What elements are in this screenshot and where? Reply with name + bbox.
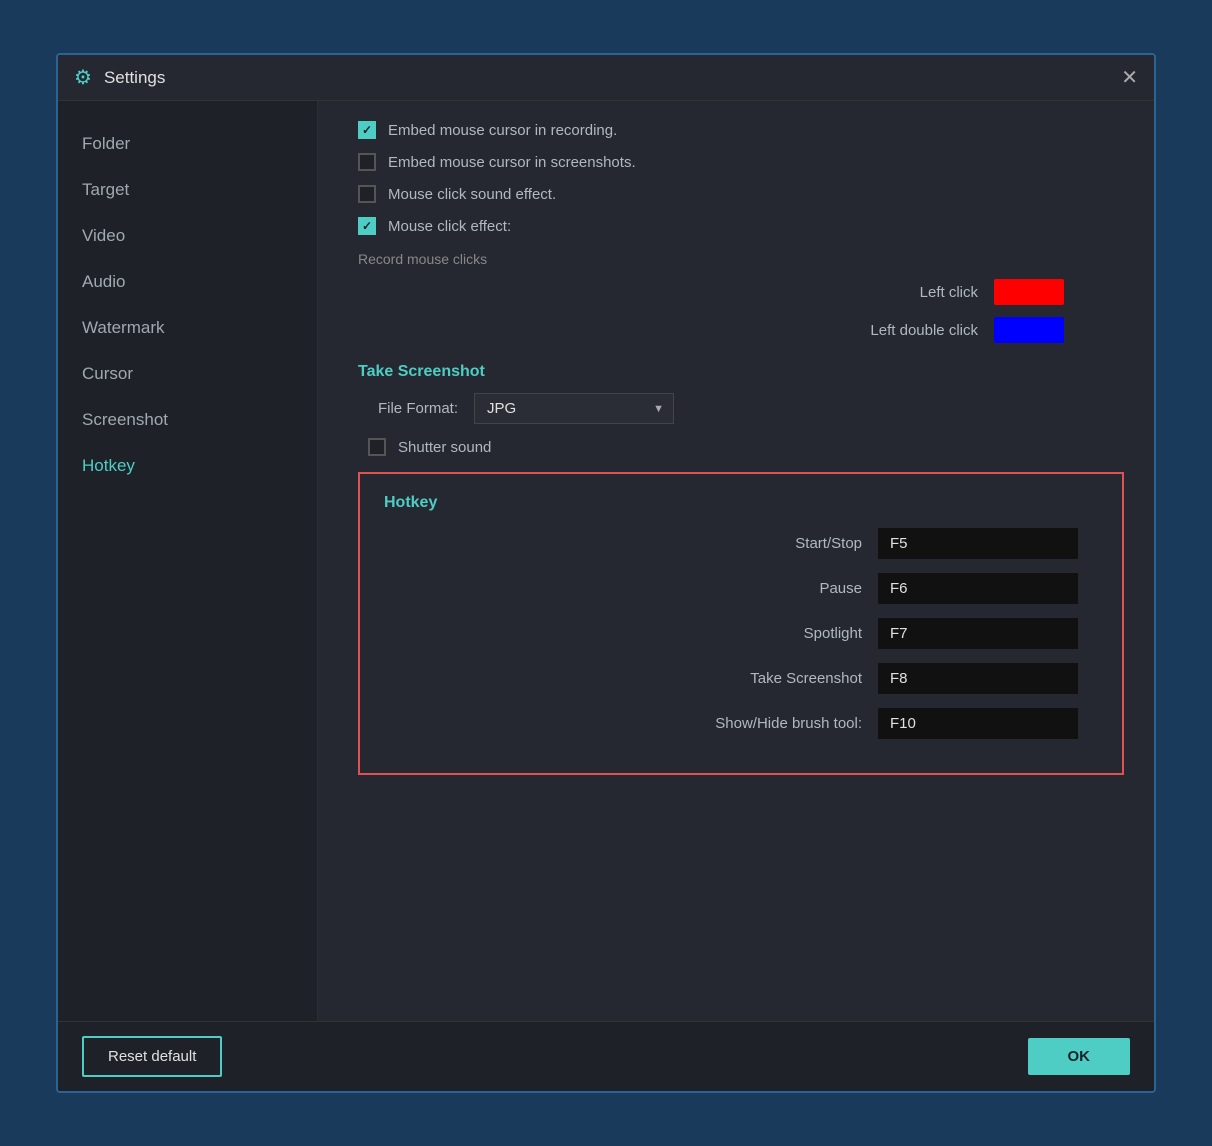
hotkey-screenshot-label: Take Screenshot [702, 670, 862, 687]
left-double-click-color[interactable] [994, 317, 1064, 343]
click-sound-row: Mouse click sound effect. [358, 185, 1124, 203]
ok-button[interactable]: OK [1028, 1038, 1131, 1075]
gear-icon: ⚙ [74, 65, 92, 90]
sidebar-item-hotkey[interactable]: Hotkey [58, 443, 317, 489]
click-effect-checkbox[interactable] [358, 217, 376, 235]
main-area: FolderTargetVideoAudioWatermarkCursorScr… [58, 101, 1154, 1021]
title-bar: ⚙ Settings ✕ [58, 55, 1154, 101]
close-button[interactable]: ✕ [1121, 68, 1138, 88]
hotkey-pause-row: Pause [384, 573, 1098, 604]
screenshot-section-title: Take Screenshot [358, 363, 1124, 381]
hotkey-brush-row: Show/Hide brush tool: [384, 708, 1098, 739]
shutter-sound-row: Shutter sound [368, 438, 1124, 456]
embed-recording-row: Embed mouse cursor in recording. [358, 121, 1124, 139]
hotkey-start-stop-input[interactable] [878, 528, 1078, 559]
embed-screenshots-row: Embed mouse cursor in screenshots. [358, 153, 1124, 171]
hotkey-section: Hotkey Start/Stop Pause Spotlight Take S… [358, 472, 1124, 775]
hotkey-screenshot-row: Take Screenshot [384, 663, 1098, 694]
file-format-select[interactable]: JPG PNG BMP [474, 393, 674, 424]
sidebar-item-cursor[interactable]: Cursor [58, 351, 317, 397]
file-format-row: File Format: JPG PNG BMP [358, 393, 1124, 424]
embed-recording-label: Embed mouse cursor in recording. [388, 122, 617, 139]
window-title: Settings [104, 68, 1109, 88]
content-area: Embed mouse cursor in recording. Embed m… [318, 101, 1154, 1021]
sidebar: FolderTargetVideoAudioWatermarkCursorScr… [58, 101, 318, 1021]
shutter-sound-label: Shutter sound [398, 439, 491, 456]
embed-screenshots-label: Embed mouse cursor in screenshots. [388, 154, 636, 171]
hotkey-start-stop-label: Start/Stop [702, 535, 862, 552]
footer: Reset default OK [58, 1021, 1154, 1091]
hotkey-brush-input[interactable] [878, 708, 1078, 739]
hotkey-spotlight-row: Spotlight [384, 618, 1098, 649]
hotkey-screenshot-input[interactable] [878, 663, 1078, 694]
left-double-click-label: Left double click [848, 322, 978, 339]
left-double-click-row: Left double click [358, 317, 1124, 343]
hotkey-brush-label: Show/Hide brush tool: [702, 715, 862, 732]
sidebar-item-folder[interactable]: Folder [58, 121, 317, 167]
hotkey-pause-input[interactable] [878, 573, 1078, 604]
file-format-wrapper: JPG PNG BMP [474, 393, 674, 424]
hotkey-pause-label: Pause [702, 580, 862, 597]
hotkey-spotlight-input[interactable] [878, 618, 1078, 649]
click-sound-checkbox[interactable] [358, 185, 376, 203]
reset-default-button[interactable]: Reset default [82, 1036, 222, 1077]
sidebar-item-watermark[interactable]: Watermark [58, 305, 317, 351]
hotkey-spotlight-label: Spotlight [702, 625, 862, 642]
embed-recording-checkbox[interactable] [358, 121, 376, 139]
click-effect-row: Mouse click effect: [358, 217, 1124, 235]
hotkey-section-title: Hotkey [384, 494, 1098, 512]
settings-window: ⚙ Settings ✕ FolderTargetVideoAudioWater… [56, 53, 1156, 1093]
file-format-label: File Format: [358, 400, 458, 417]
sidebar-item-screenshot[interactable]: Screenshot [58, 397, 317, 443]
hotkey-start-stop-row: Start/Stop [384, 528, 1098, 559]
click-effect-label: Mouse click effect: [388, 218, 511, 235]
left-click-color[interactable] [994, 279, 1064, 305]
click-sound-label: Mouse click sound effect. [388, 186, 556, 203]
record-clicks-label: Record mouse clicks [358, 251, 1124, 267]
sidebar-item-target[interactable]: Target [58, 167, 317, 213]
left-click-label: Left click [848, 284, 978, 301]
left-click-row: Left click [358, 279, 1124, 305]
embed-screenshots-checkbox[interactable] [358, 153, 376, 171]
sidebar-item-audio[interactable]: Audio [58, 259, 317, 305]
sidebar-item-video[interactable]: Video [58, 213, 317, 259]
shutter-sound-checkbox[interactable] [368, 438, 386, 456]
